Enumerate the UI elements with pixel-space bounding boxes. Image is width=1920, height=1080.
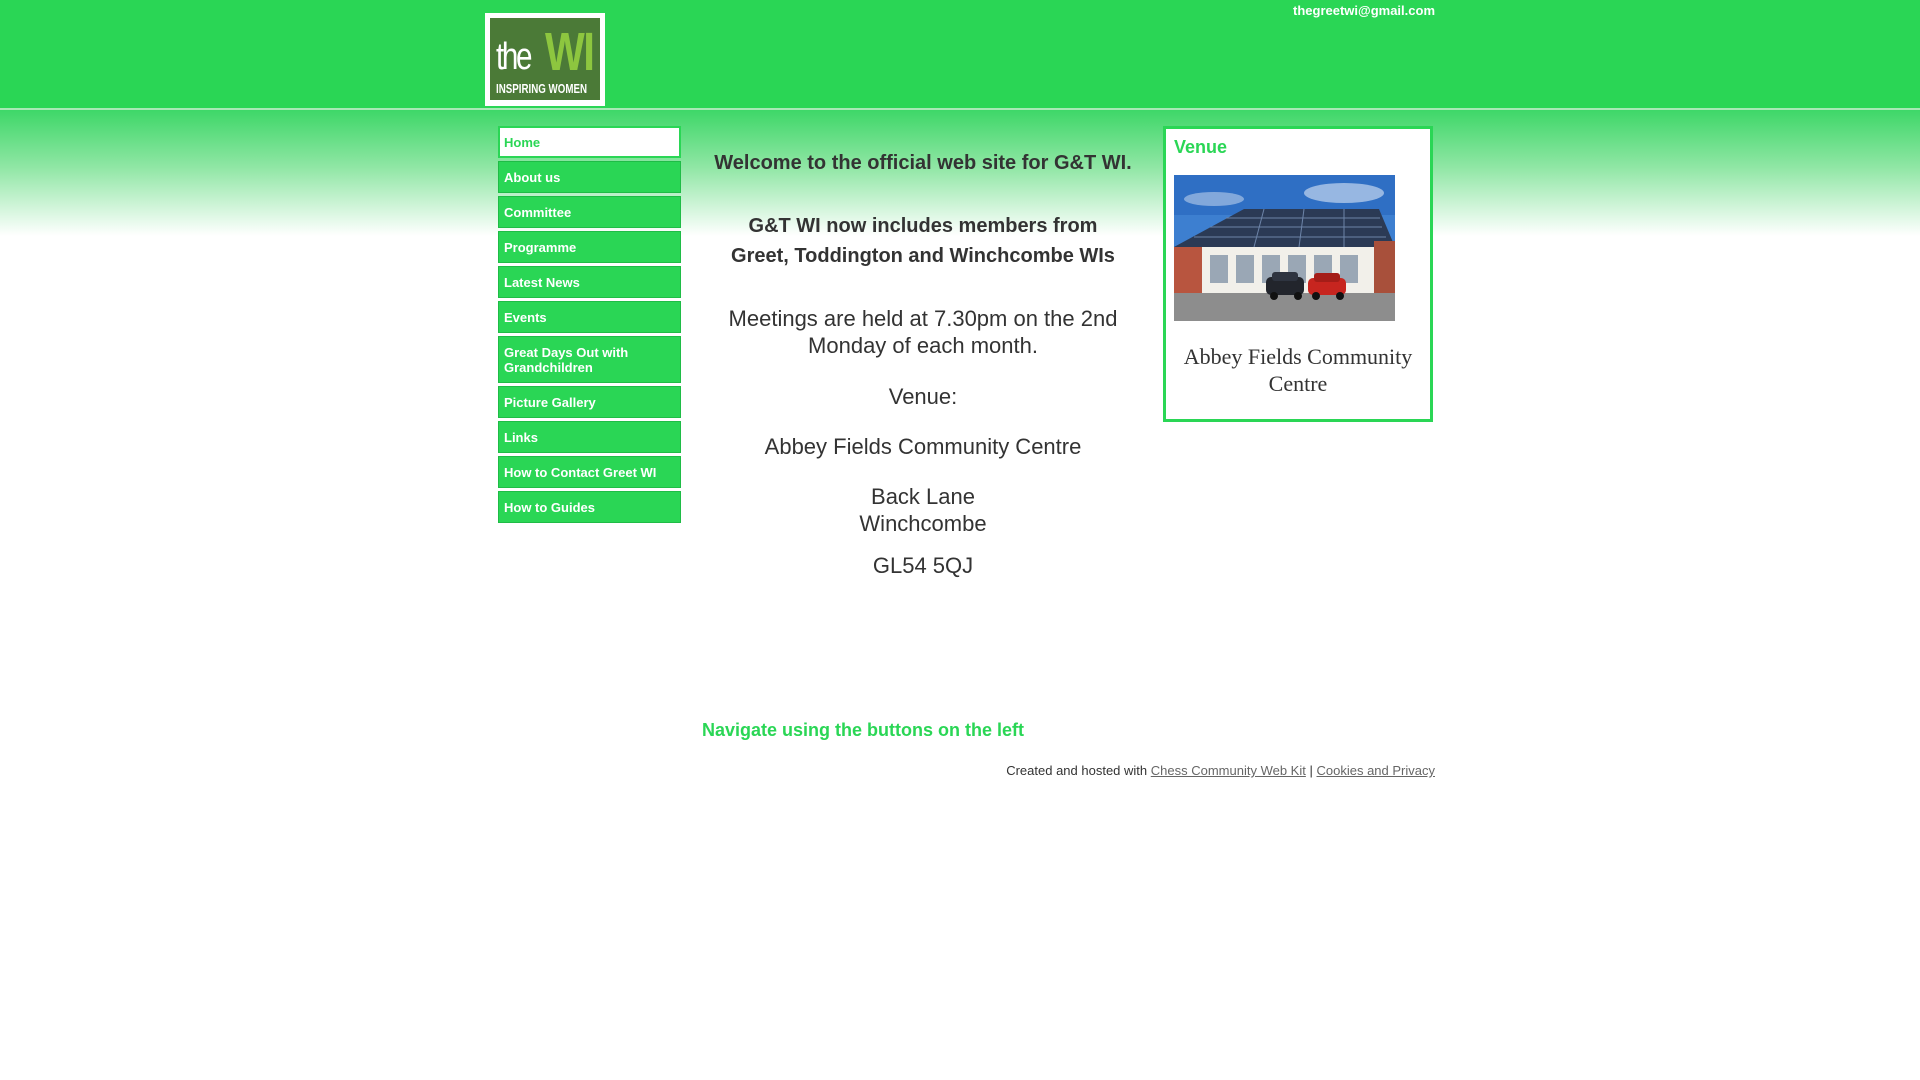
meetings-text: Meetings are held at 7.30pm on the 2nd M…	[700, 305, 1146, 359]
nav-item-events[interactable]: Events	[498, 301, 681, 333]
nav-item-programme[interactable]: Programme	[498, 231, 681, 263]
navigate-hint: Navigate using the buttons on the left	[702, 720, 1025, 740]
nav-item-picture-gallery[interactable]: Picture Gallery	[498, 386, 681, 418]
venue-box: Venue Abbey Fields Community Centre	[1163, 126, 1433, 422]
nav-item-about-us[interactable]: About us	[498, 161, 681, 193]
venue-caption-line-1: Abbey Fields Community	[1183, 344, 1413, 369]
includes-line-2: Greet, Toddington and Winchcombe WIs	[731, 245, 1115, 267]
venue-name: Abbey Fields Community Centre	[764, 434, 1082, 459]
header-bar: the WI INSPIRING WOMEN thegreetwi@gmail.…	[0, 0, 1920, 110]
venue-photo-image	[1174, 175, 1395, 321]
address-line-2: Winchcombe	[859, 511, 987, 536]
meetings-line-1: Meetings are held at 7.30pm on the 2nd	[728, 306, 1118, 331]
venue-box-title: Venue	[1174, 137, 1228, 157]
logo-background: the WI INSPIRING WOMEN	[490, 18, 600, 100]
footer: Created and hosted with Chess Community …	[1006, 763, 1435, 778]
footer-separator: |	[1309, 763, 1313, 778]
address-line-1: Back Lane	[871, 484, 975, 509]
logo-word-wi: WI	[545, 22, 595, 82]
logo-tagline: INSPIRING WOMEN	[496, 81, 588, 96]
nav-item-latest-news[interactable]: Latest News	[498, 266, 681, 298]
venue-label: Venue:	[888, 384, 958, 409]
footer-link-web-kit[interactable]: Chess Community Web Kit	[1151, 763, 1306, 778]
includes-text: G&T WI now includes members from Greet, …	[700, 211, 1146, 271]
nav-item-how-to-guides[interactable]: How to Guides	[498, 491, 681, 523]
venue-photo[interactable]	[1174, 175, 1395, 321]
main-content: Welcome to the official web site for G&T…	[700, 145, 1146, 579]
postcode: GL54 5QJ	[872, 553, 974, 578]
sidebar-nav: Home About us Committee Programme Latest…	[498, 126, 681, 526]
footer-prefix: Created and hosted with	[1006, 763, 1148, 778]
meetings-line-2: Monday of each month.	[808, 333, 1038, 358]
wi-logo[interactable]: the WI INSPIRING WOMEN	[485, 13, 605, 106]
venue-caption: Abbey Fields Community Centre	[1166, 343, 1430, 397]
logo-word-the: the	[496, 36, 533, 78]
email-link[interactable]: thegreetwi@gmail.com	[1293, 3, 1435, 18]
nav-item-links[interactable]: Links	[498, 421, 681, 453]
nav-item-great-days-out[interactable]: Great Days Out with Grandchildren	[498, 336, 681, 383]
includes-line-1: G&T WI now includes members from	[748, 215, 1098, 237]
nav-item-contact[interactable]: How to Contact Greet WI	[498, 456, 681, 488]
venue-caption-line-2: Centre	[1268, 371, 1328, 396]
nav-item-home[interactable]: Home	[498, 126, 681, 158]
address: Back Lane Winchcombe	[700, 483, 1146, 537]
footer-link-cookies[interactable]: Cookies and Privacy	[1317, 763, 1436, 778]
welcome-heading: Welcome to the official web site for G&T…	[714, 152, 1132, 174]
nav-item-committee[interactable]: Committee	[498, 196, 681, 228]
